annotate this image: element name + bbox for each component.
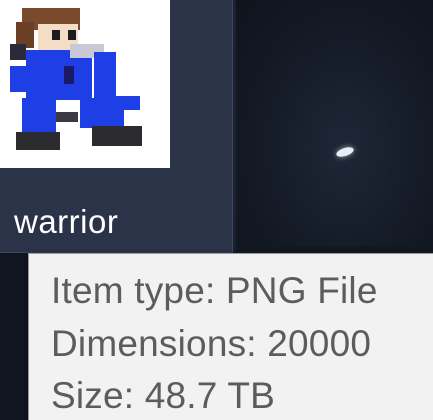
file-item-warrior[interactable]: warrior xyxy=(0,0,233,253)
tooltip-item-type: Item type: PNG File xyxy=(51,270,378,311)
space-image-icon xyxy=(236,0,433,246)
file-item-space-image[interactable] xyxy=(236,0,433,252)
tooltip-size: Size: 48.7 TB xyxy=(51,375,276,416)
warrior-sprite-icon xyxy=(0,0,170,168)
tooltip-dimensions: Dimensions: 20000 xyxy=(51,323,372,364)
file-thumbnail xyxy=(0,0,170,168)
file-info-tooltip: Item type: PNG File Dimensions: 20000 Si… xyxy=(28,253,433,420)
file-name-label: warrior xyxy=(14,203,119,240)
background-strip xyxy=(0,253,28,420)
file-explorer-view: warrior Item type: PNG File Dimensions: … xyxy=(0,0,433,420)
